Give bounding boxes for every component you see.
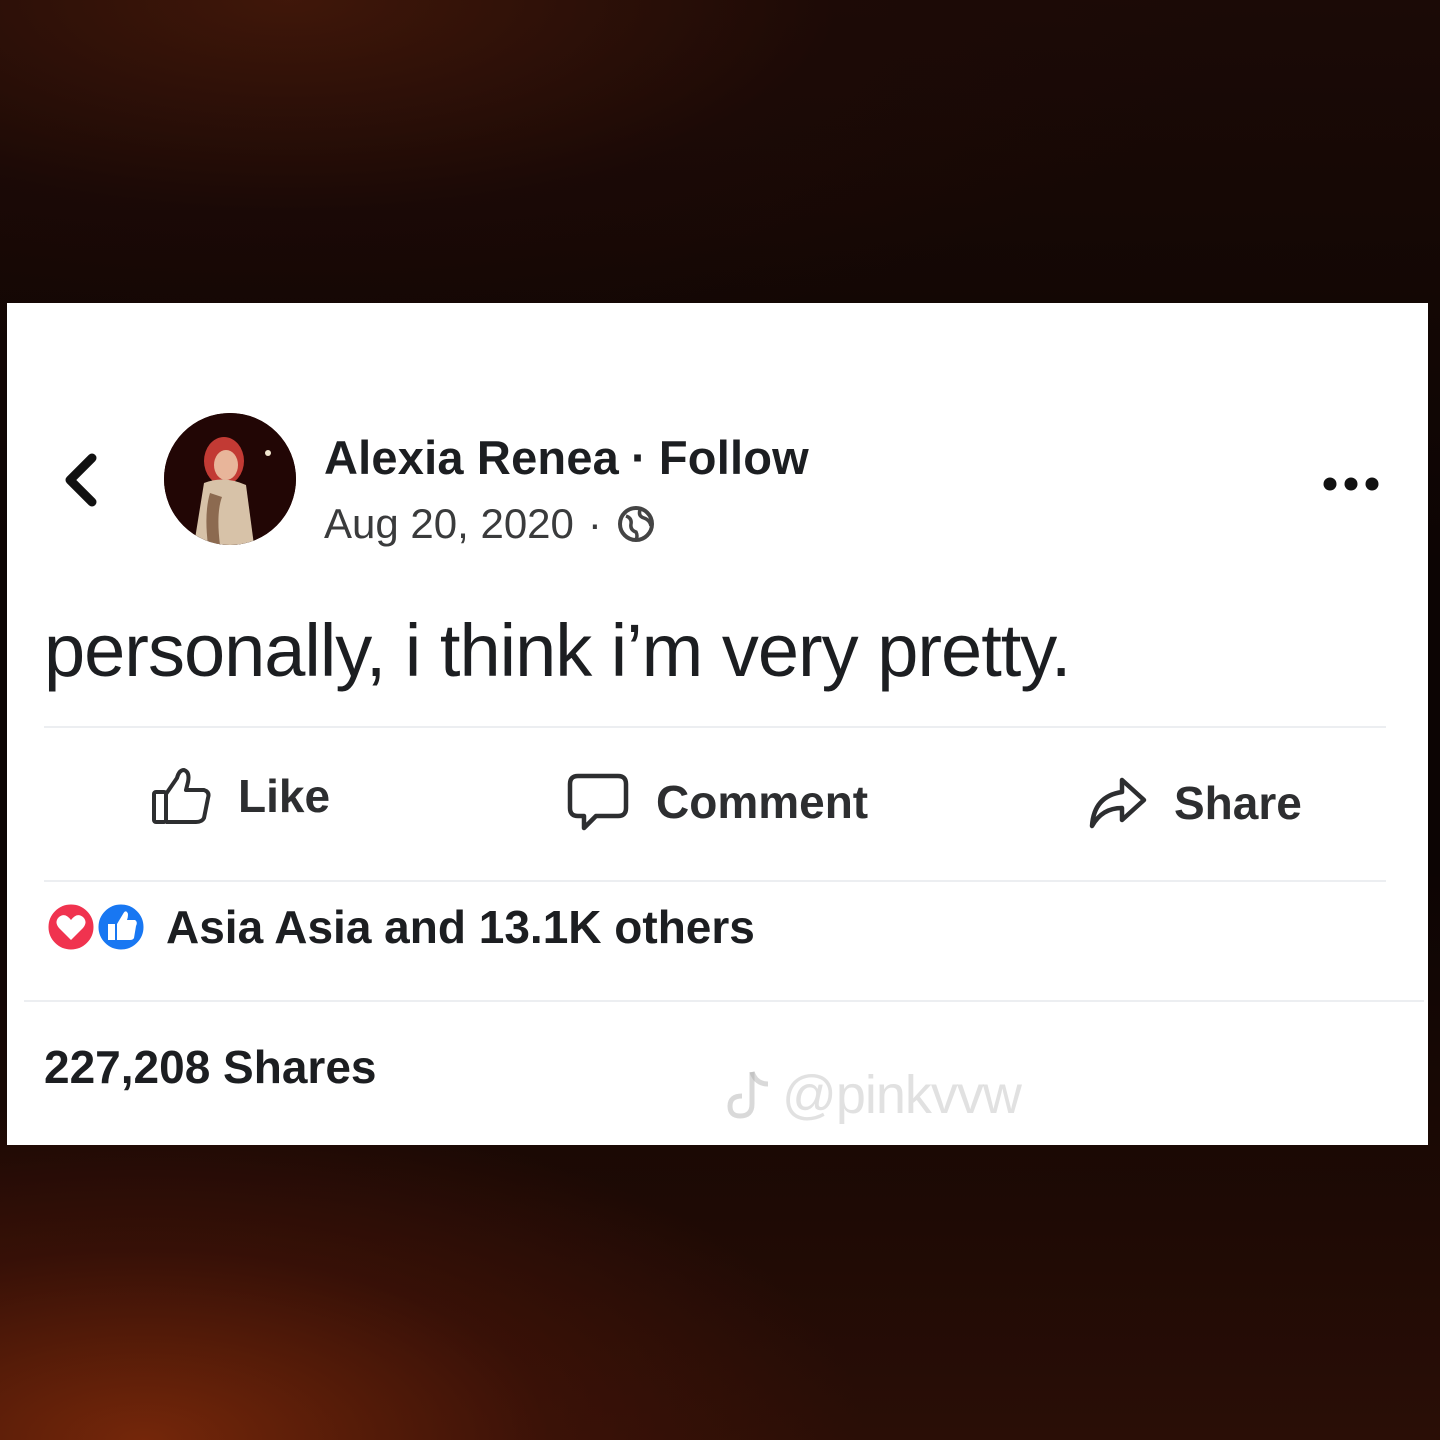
reactions-summary[interactable]: Asia Asia and 13.1K others [44,900,755,954]
back-arrow-icon[interactable] [58,450,104,510]
share-button[interactable]: Share [1088,774,1302,832]
like-button[interactable]: Like [150,766,330,826]
follow-link[interactable]: Follow [659,431,809,484]
globe-icon [617,506,654,542]
avatar[interactable] [164,413,296,545]
thumbs-up-icon [152,768,211,824]
shares-count[interactable]: 227,208 Shares [44,1040,377,1094]
watermark: @pinkvvw [726,1064,1022,1126]
like-label: Like [238,770,331,822]
reaction-icons [44,900,148,954]
more-options-icon[interactable] [1322,472,1380,496]
divider [44,880,1386,882]
author-name[interactable]: Alexia Renea [324,431,619,484]
post-meta: Aug 20, 2020 · [324,500,656,548]
watermark-handle: @pinkvvw [782,1065,1022,1125]
comment-icon [567,773,629,831]
love-reaction-icon [45,901,97,953]
tiktok-logo-icon [727,1071,769,1119]
like-reaction-icon [95,901,147,953]
share-label: Share [1174,777,1302,829]
comment-label: Comment [656,776,869,828]
author-line: Alexia Renea · Follow [324,430,809,485]
share-arrow-icon [1089,777,1147,829]
separator-dot: · [631,431,647,484]
divider [44,726,1386,728]
reactions-text: Asia Asia and 13.1K others [166,901,755,953]
comment-button[interactable]: Comment [566,772,868,832]
post-text: personally, i think i’m very pretty. [44,609,1071,692]
post-date[interactable]: Aug 20, 2020 [324,500,574,548]
divider [24,1000,1424,1002]
separator-dot: · [587,500,602,547]
